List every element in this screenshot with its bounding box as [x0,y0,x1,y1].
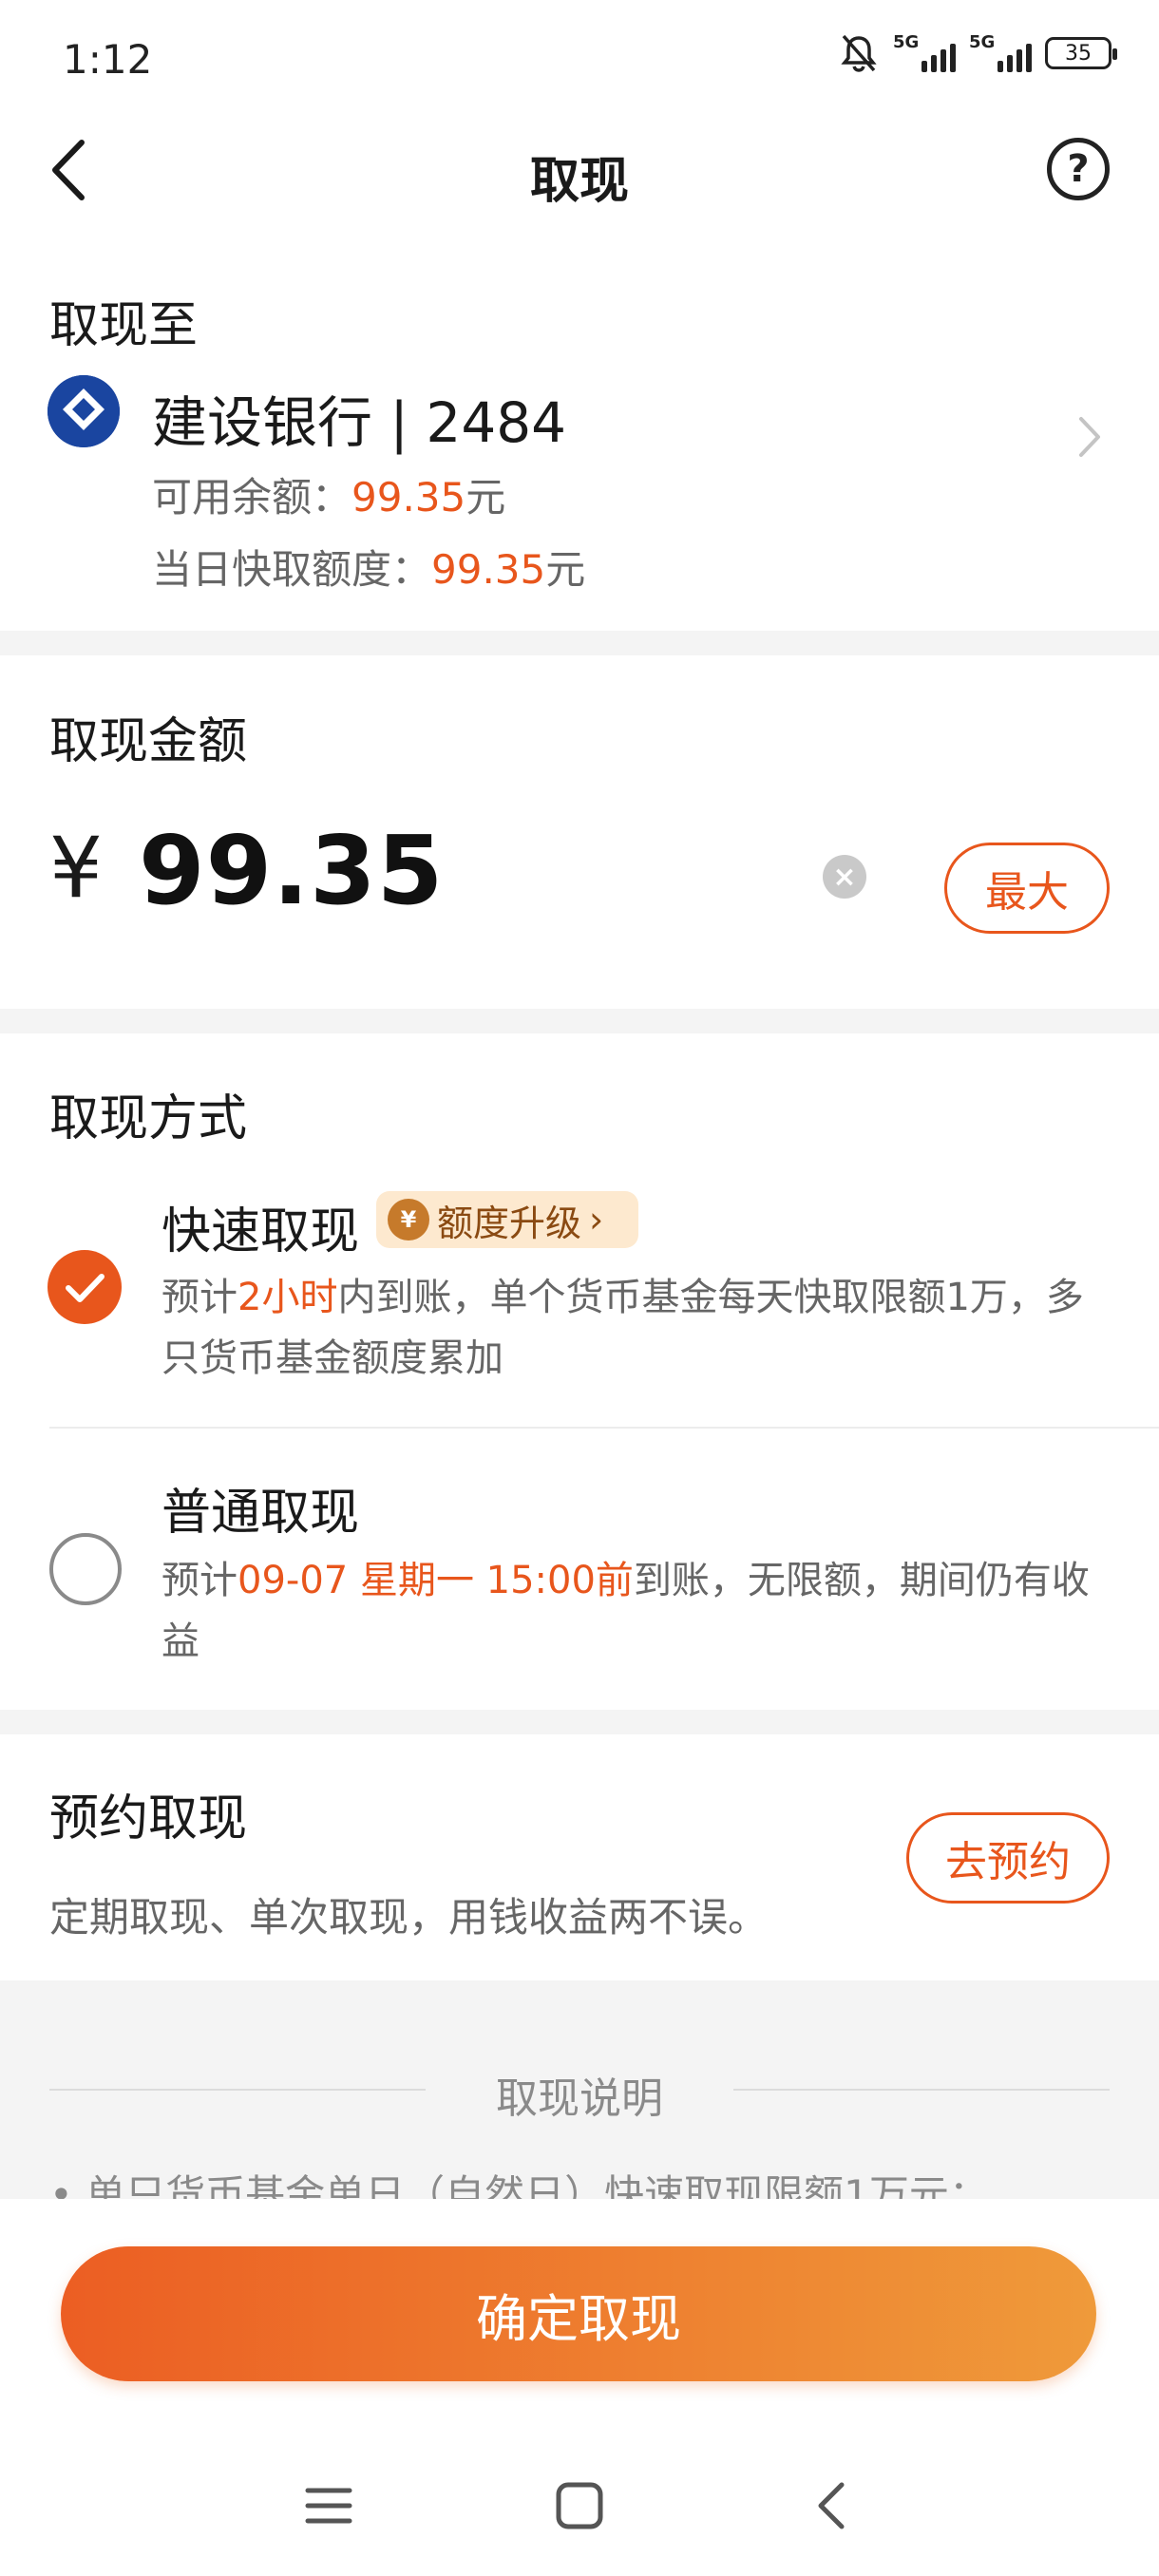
option-divider [49,1427,1159,1429]
notes-title: 取现说明 [496,2074,663,2123]
radio-checked-icon [48,1250,122,1324]
status-icons: 5G 5G 35 [838,32,1117,74]
clear-icon[interactable]: × [823,855,866,899]
help-button[interactable]: ? [1047,138,1110,200]
notes-item: • 单只货币基金单日（自然日）快速取现限额1万元； [49,2171,989,2199]
chevron-right-icon [1075,413,1104,464]
withdraw-notes: 取现说明 • 单只货币基金单日（自然日）快速取现限额1万元； [0,1980,1159,2199]
ccb-logo-icon [48,375,120,447]
reserve-desc: 定期取现、单次取现，用钱收益两不误。 [49,1894,769,1941]
bell-muted-icon [841,34,877,72]
amount-input[interactable]: 99.35 [139,815,444,926]
destination-title: 取现至 [49,297,199,354]
divider-line [733,2089,1110,2091]
section-divider [0,631,1159,655]
menu-icon[interactable] [302,2479,355,2536]
amount-title: 取现金额 [49,713,248,770]
quota-upgrade-badge[interactable]: ¥ 额度升级 › [376,1191,638,1248]
daily-fast-quota: 当日快取额度：99.35元 [152,546,586,593]
coin-icon: ¥ [388,1199,429,1241]
max-button[interactable]: 最大 [944,843,1110,934]
fast-withdraw-title: 快速取现 [162,1203,360,1260]
status-time: 1:12 [63,36,153,83]
question-icon: ? [1067,147,1090,191]
reserve-title: 预约取现 [49,1790,248,1847]
normal-withdraw-option[interactable]: 普通取现 预计09-07 星期一 15:00前到账，无限额，期间仍有收益 [0,1444,1159,1691]
home-icon[interactable] [553,2479,606,2536]
bank-card-row[interactable]: 建设银行 | 2484 可用余额：99.35元 当日快取额度：99.35元 [0,361,1159,608]
confirm-withdraw-button[interactable]: 确定取现 [61,2246,1096,2381]
page-title: 取现 [529,153,629,210]
section-divider [0,1710,1159,1734]
fast-withdraw-option[interactable]: 快速取现 ¥ 额度升级 › 预计2小时内到账，单个货币基金每天快取限额1万，多只… [0,1168,1159,1425]
reserve-button[interactable]: 去预约 [906,1812,1110,1904]
currency-symbol: ¥ [49,819,103,917]
back-nav-icon[interactable] [806,2479,859,2536]
radio-unchecked-icon [49,1533,122,1605]
bank-name: 建设银行 | 2484 [152,390,567,455]
available-balance: 可用余额：99.35元 [152,474,506,521]
method-title: 取现方式 [49,1090,248,1147]
normal-withdraw-title: 普通取现 [162,1485,360,1542]
signal-icon: 5G [893,32,956,72]
section-divider [0,1009,1159,1033]
fast-withdraw-desc: 预计2小时内到账，单个货币基金每天快取限额1万，多只货币基金额度累加 [162,1276,1084,1380]
chevron-right-icon: › [589,1199,604,1241]
battery-icon: 35 [1045,37,1117,69]
signal-icon: 5G [969,32,1032,72]
normal-withdraw-desc: 预计09-07 星期一 15:00前到账，无限额，期间仍有收益 [162,1559,1090,1663]
